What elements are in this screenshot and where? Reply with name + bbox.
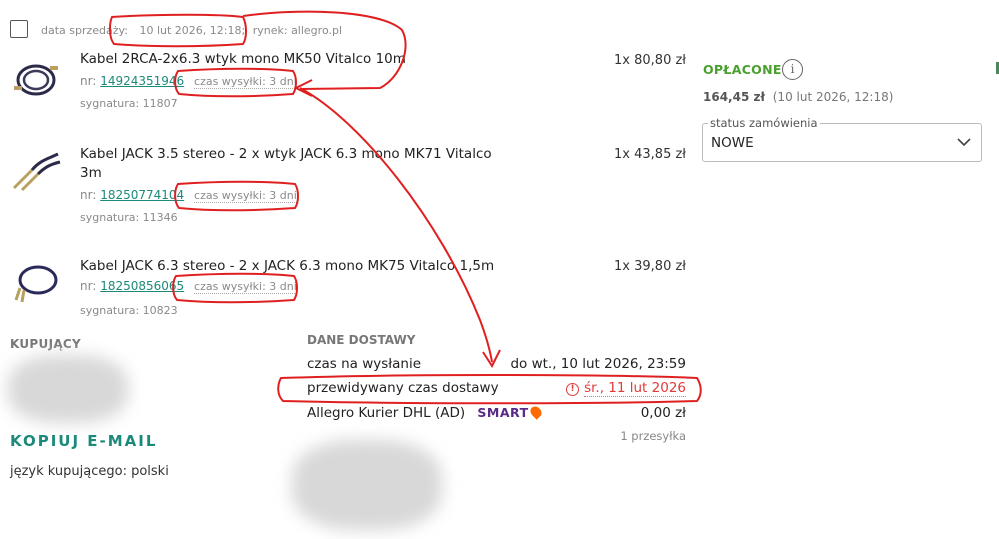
payment-total: 164,45 zł (10 lut 2026, 12:18) [703, 90, 893, 104]
product-thumbnail[interactable] [10, 260, 62, 304]
item-title-line: Kabel JACK 3.5 stereo - 2 x wtyk JACK 6.… [80, 146, 492, 162]
market-value: allegro.pl [291, 24, 343, 37]
delivery-row-expected: przewidywany czas dostawy ! śr., 11 lut 2… [307, 380, 686, 397]
shipping-time: czas wysyłki: 3 dni [194, 189, 297, 203]
nr-label: nr: [80, 188, 97, 202]
annotation-arrowhead [293, 79, 313, 97]
item-nr-line: nr: 14924351946 czas wysyłki: 3 dni [80, 74, 297, 89]
cable-image-icon [14, 265, 58, 303]
order-status-label: status zamówienia [708, 116, 820, 130]
cable-image-icon [14, 64, 58, 96]
order-select-checkbox[interactable] [10, 20, 28, 38]
delivery-row-dispatch: czas na wysłanie do wt., 10 lut 2026, 23… [307, 356, 686, 372]
buyer-language: język kupującego: polski [10, 464, 169, 479]
item-title-line: 3m [80, 165, 102, 181]
payment-amount: 164,45 zł [703, 90, 765, 104]
delivery-row-value[interactable]: śr., 11 lut 2026 [584, 380, 686, 397]
item-nr-line: nr: 18250774104 czas wysyłki: 3 dni [80, 188, 297, 203]
cable-image-icon [12, 152, 61, 192]
delivery-row-label: przewidywany czas dostawy [307, 380, 499, 396]
item-signature: sygnatura: 11807 [80, 97, 178, 110]
item-signature: sygnatura: 11346 [80, 211, 178, 224]
product-thumbnail[interactable] [10, 150, 62, 194]
nr-label: nr: [80, 74, 97, 88]
item-title[interactable]: Kabel JACK 3.5 stereo - 2 x wtyk JACK 6.… [80, 145, 492, 183]
payment-status: OPŁACONE [703, 62, 782, 77]
item-nr-line: nr: 18250856065 czas wysyłki: 3 dni [80, 279, 297, 294]
sale-meta: data sprzedaży: 10 lut 2026, 12:18; ryne… [41, 24, 342, 37]
item-qty-price: 1x 43,85 zł [614, 147, 686, 162]
item-signature: sygnatura: 10823 [80, 304, 178, 317]
product-thumbnail[interactable] [10, 56, 62, 100]
order-status-value: NOWE [711, 135, 754, 151]
shipping-time: czas wysyłki: 3 dni [194, 75, 297, 89]
delivery-row-label: czas na wysłanie [307, 356, 422, 372]
info-icon[interactable]: i [782, 59, 803, 80]
buyer-heading: KUPUJĄCY [10, 337, 82, 351]
delivery-row-value: do wt., 10 lut 2026, 23:59 [510, 356, 686, 372]
warning-icon: ! [566, 383, 580, 396]
carrier-label: Allegro Kurier DHL (AD) [307, 405, 466, 421]
smart-pin-icon [527, 404, 544, 420]
item-title[interactable]: Kabel JACK 6.3 stereo - 2 x JACK 6.3 mon… [80, 257, 494, 276]
sale-date-value: 10 lut 2026, 12:18; [139, 24, 246, 37]
payment-date: (10 lut 2026, 12:18) [772, 90, 894, 104]
annotation-arrow-line [299, 87, 493, 363]
smart-badge: SMART [477, 405, 529, 420]
item-title[interactable]: Kabel 2RCA-2x6.3 wtyk mono MK50 Vitalco … [80, 50, 406, 69]
market-label: rynek: [252, 24, 288, 37]
nr-label: nr: [80, 279, 97, 293]
redacted-delivery-address [292, 440, 442, 530]
parcel-count: 1 przesyłka [620, 429, 686, 443]
copy-email-button[interactable]: KOPIUJ E-MAIL [10, 432, 157, 450]
offer-number-link[interactable]: 18250774104 [100, 188, 184, 202]
item-qty-price: 1x 39,80 zł [614, 259, 686, 274]
delivery-row-value: 0,00 zł [640, 405, 686, 421]
redacted-buyer-info [8, 355, 128, 423]
offer-number-link[interactable]: 14924351946 [100, 74, 184, 88]
sale-date-label: data sprzedaży: [41, 24, 128, 37]
shipping-time: czas wysyłki: 3 dni [194, 280, 297, 294]
offer-number-link[interactable]: 18250856065 [100, 279, 184, 293]
item-qty-price: 1x 80,80 zł [614, 53, 686, 68]
delivery-row-carrier: Allegro Kurier DHL (AD) SMART 0,00 zł [307, 404, 686, 421]
delivery-heading: DANE DOSTAWY [307, 333, 416, 347]
chevron-down-icon [957, 138, 971, 147]
